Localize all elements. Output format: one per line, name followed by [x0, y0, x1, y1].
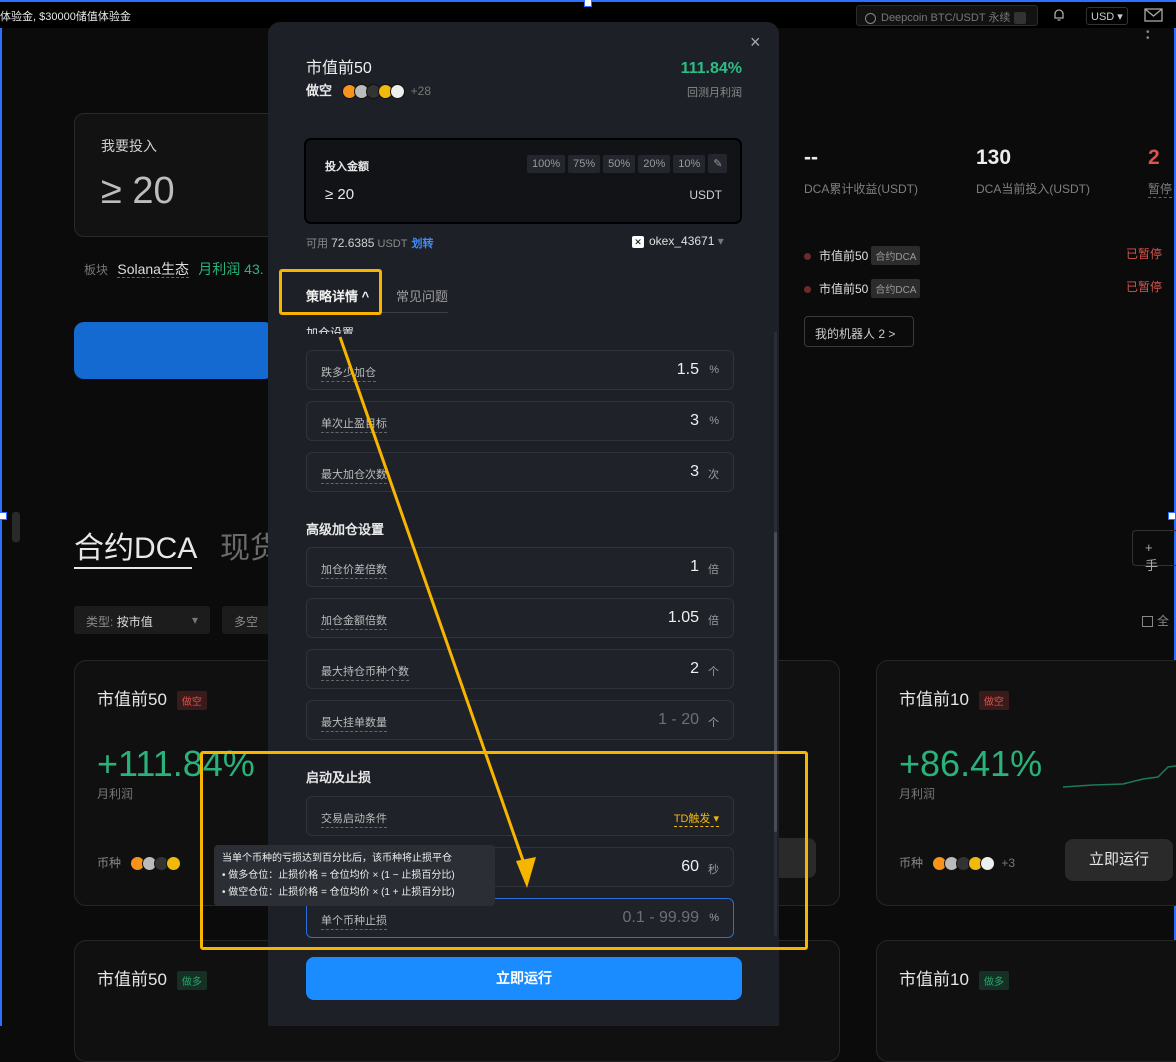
annotation-arrow — [338, 336, 536, 888]
